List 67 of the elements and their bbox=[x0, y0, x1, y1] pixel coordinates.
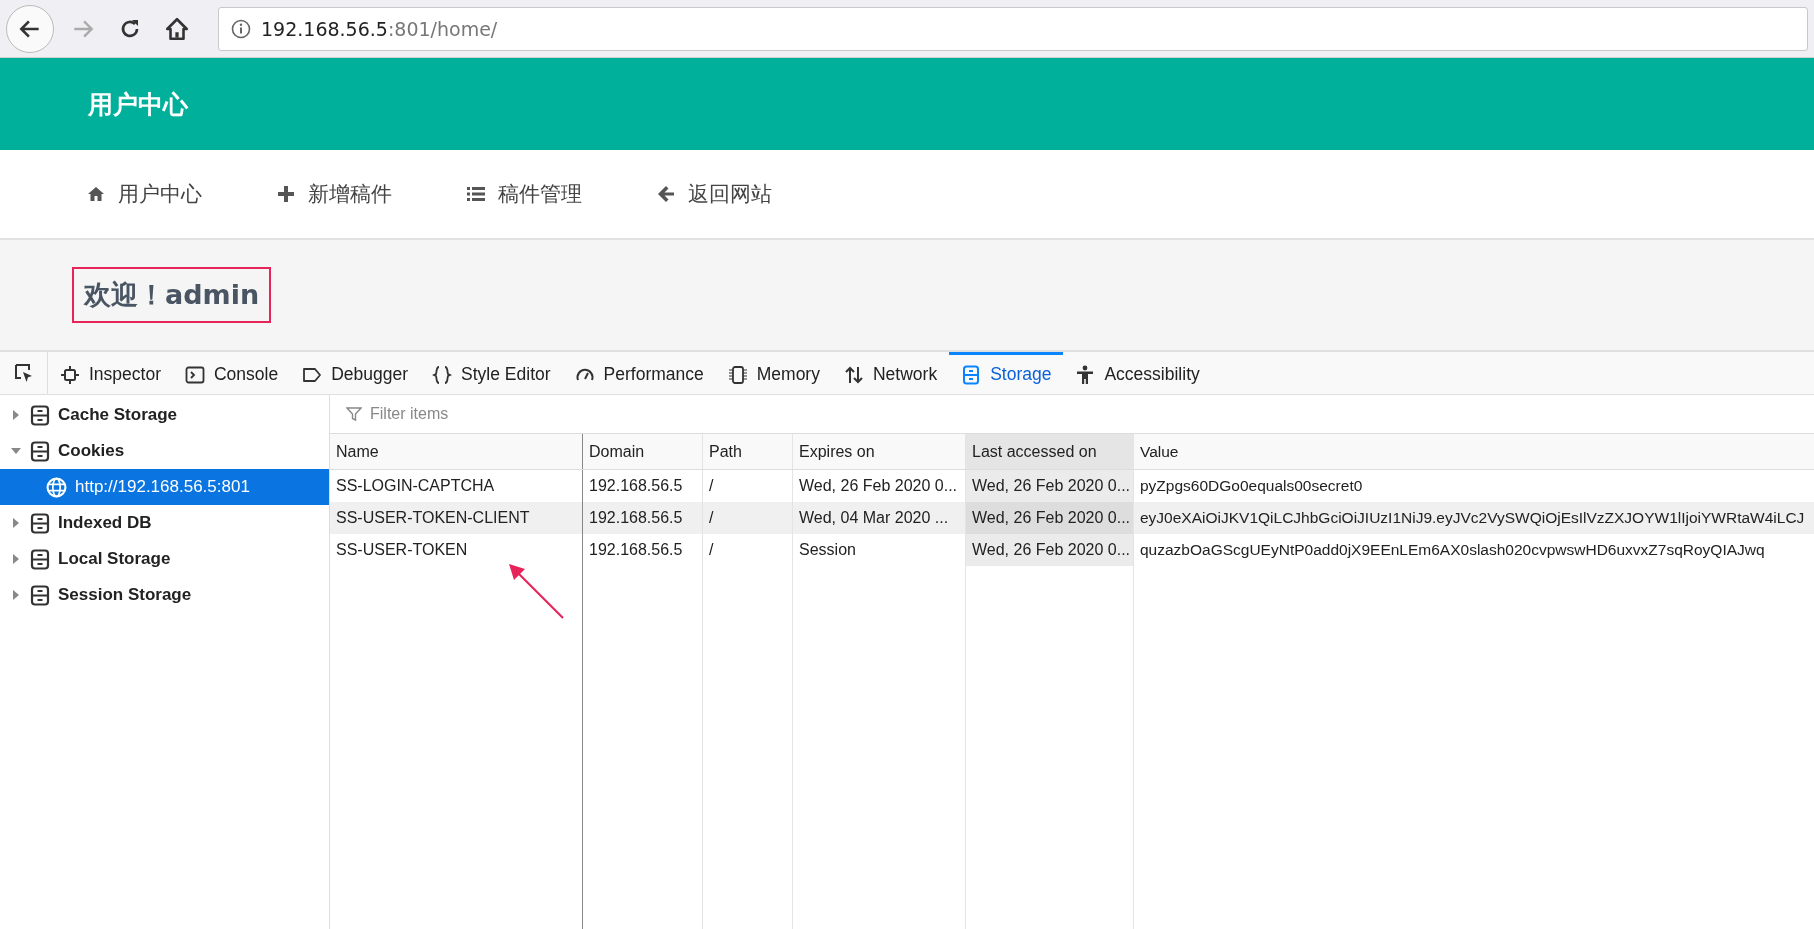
inspector-icon bbox=[60, 364, 80, 385]
welcome-heading: 欢迎！admin bbox=[72, 267, 272, 323]
table-cell: Wed, 26 Feb 2020 0... bbox=[966, 534, 1134, 566]
filter-icon bbox=[346, 406, 362, 422]
column-header[interactable]: Last accessed on bbox=[966, 434, 1134, 469]
url-text: 192.168.56.5:801/home/ bbox=[261, 17, 498, 40]
left-arrow-icon bbox=[656, 184, 676, 204]
devtools-tab[interactable]: Inspector bbox=[48, 352, 173, 394]
list-icon bbox=[466, 184, 486, 204]
site-title: 用户中心 bbox=[88, 88, 188, 121]
tree-item[interactable]: Indexed DB bbox=[0, 505, 329, 541]
accessibility-icon bbox=[1075, 364, 1096, 385]
table-cell: / bbox=[703, 534, 793, 566]
tree-item[interactable]: Session Storage bbox=[0, 577, 329, 613]
table-cell: Session bbox=[793, 534, 966, 566]
address-bar[interactable]: 192.168.56.5:801/home/ bbox=[218, 6, 1808, 51]
devtools-tab[interactable]: Memory bbox=[715, 352, 832, 394]
table-row[interactable]: SS-USER-TOKEN-CLIENT 192.168.56.5 / Wed, 04 Mar 2020 ... Wed, 26 Feb 2020 0... eyJ0eXAiOiJKV1QiLCJhbGciOiJIUzI1NiJ9.eyJVc2VySWQiOjEsIlVzZXJOYW1lIjoiYWRtaW4iLCJ bbox=[330, 502, 1814, 534]
column-header[interactable]: Domain bbox=[583, 434, 703, 469]
storage-icon bbox=[961, 364, 982, 385]
tree-item[interactable]: Local Storage bbox=[0, 541, 329, 577]
table-cell: 192.168.56.5 bbox=[583, 502, 703, 534]
column-header[interactable]: Name bbox=[330, 434, 583, 469]
table-cell: Wed, 04 Mar 2020 ... bbox=[793, 502, 966, 534]
table-row[interactable]: SS-USER-TOKEN 192.168.56.5 / Session Wed, 26 Feb 2020 0... quzazbOaGScgUEyNtP0add0jX9EEnLEm6AX0slash020cvpwswHD6uxvxZ7sqRoyQIAJwq bbox=[330, 534, 1814, 566]
column-header[interactable]: Value bbox=[1134, 434, 1814, 469]
table-cell: Wed, 26 Feb 2020 0... bbox=[966, 470, 1134, 502]
home-icon bbox=[86, 184, 106, 204]
table-cell-text: quzazbOaGScgUEyNtP0add0jX9EEnLEm6AX0slash020cvpwswHD6uxvxZ7sqRoyQIAJwq bbox=[1139, 540, 1766, 560]
column-header[interactable]: Path bbox=[703, 434, 793, 469]
table-cell: Wed, 26 Feb 2020 0... bbox=[966, 502, 1134, 534]
nav-link[interactable]: 新增稿件 bbox=[276, 180, 392, 208]
database-icon bbox=[30, 404, 50, 426]
filter-field[interactable]: Filter items bbox=[370, 405, 770, 423]
column-header[interactable]: Expires on bbox=[793, 434, 966, 469]
home-icon bbox=[164, 15, 190, 42]
devtools-tab[interactable]: Console bbox=[173, 352, 291, 394]
up-down-arrows-icon bbox=[843, 364, 864, 385]
tree-item[interactable]: http://192.168.56.5:801 bbox=[0, 469, 329, 505]
devtools-tab[interactable]: Performance bbox=[562, 352, 716, 394]
table-cell: / bbox=[703, 502, 793, 534]
table-cell: 192.168.56.5 bbox=[583, 534, 703, 566]
braces-icon bbox=[432, 364, 453, 385]
table-cell-text: eyJ0eXAiOiJKV1QiLCJhbGciOiJIUzI1NiJ9.eyJVc2VySWQiOjEsIlVzZXJOYW1lIjoiYWRtaW4iLCJ bbox=[1139, 508, 1806, 528]
plus-icon bbox=[276, 184, 296, 204]
back-button[interactable] bbox=[6, 4, 54, 53]
devtools-tab[interactable]: Style Editor bbox=[420, 352, 563, 394]
database-icon bbox=[30, 440, 50, 462]
chip-icon bbox=[727, 364, 748, 385]
devtools-tab[interactable]: Network bbox=[831, 352, 950, 394]
annotation-arrow bbox=[509, 564, 564, 619]
table-cell: SS-USER-TOKEN-CLIENT bbox=[330, 502, 583, 534]
tree-item[interactable]: Cookies bbox=[0, 433, 329, 469]
database-icon bbox=[30, 512, 50, 534]
tree-item[interactable]: Cache Storage bbox=[0, 397, 329, 433]
devtools-tab[interactable]: Accessibility bbox=[1063, 352, 1212, 394]
devtools-tab[interactable]: Debugger bbox=[290, 352, 421, 394]
nav-link[interactable]: 用户中心 bbox=[86, 180, 202, 208]
nav-link[interactable]: 稿件管理 bbox=[466, 180, 582, 208]
globe-icon bbox=[46, 476, 67, 498]
console-icon bbox=[185, 364, 205, 385]
nav-link[interactable]: 返回网站 bbox=[656, 180, 772, 208]
database-icon bbox=[30, 584, 50, 606]
database-icon bbox=[30, 548, 50, 570]
info-icon bbox=[231, 18, 251, 39]
devtools-tab[interactable]: Storage bbox=[949, 352, 1064, 394]
table-cell-text: pyZpgs60DGo0equals00secret0 bbox=[1139, 476, 1364, 496]
